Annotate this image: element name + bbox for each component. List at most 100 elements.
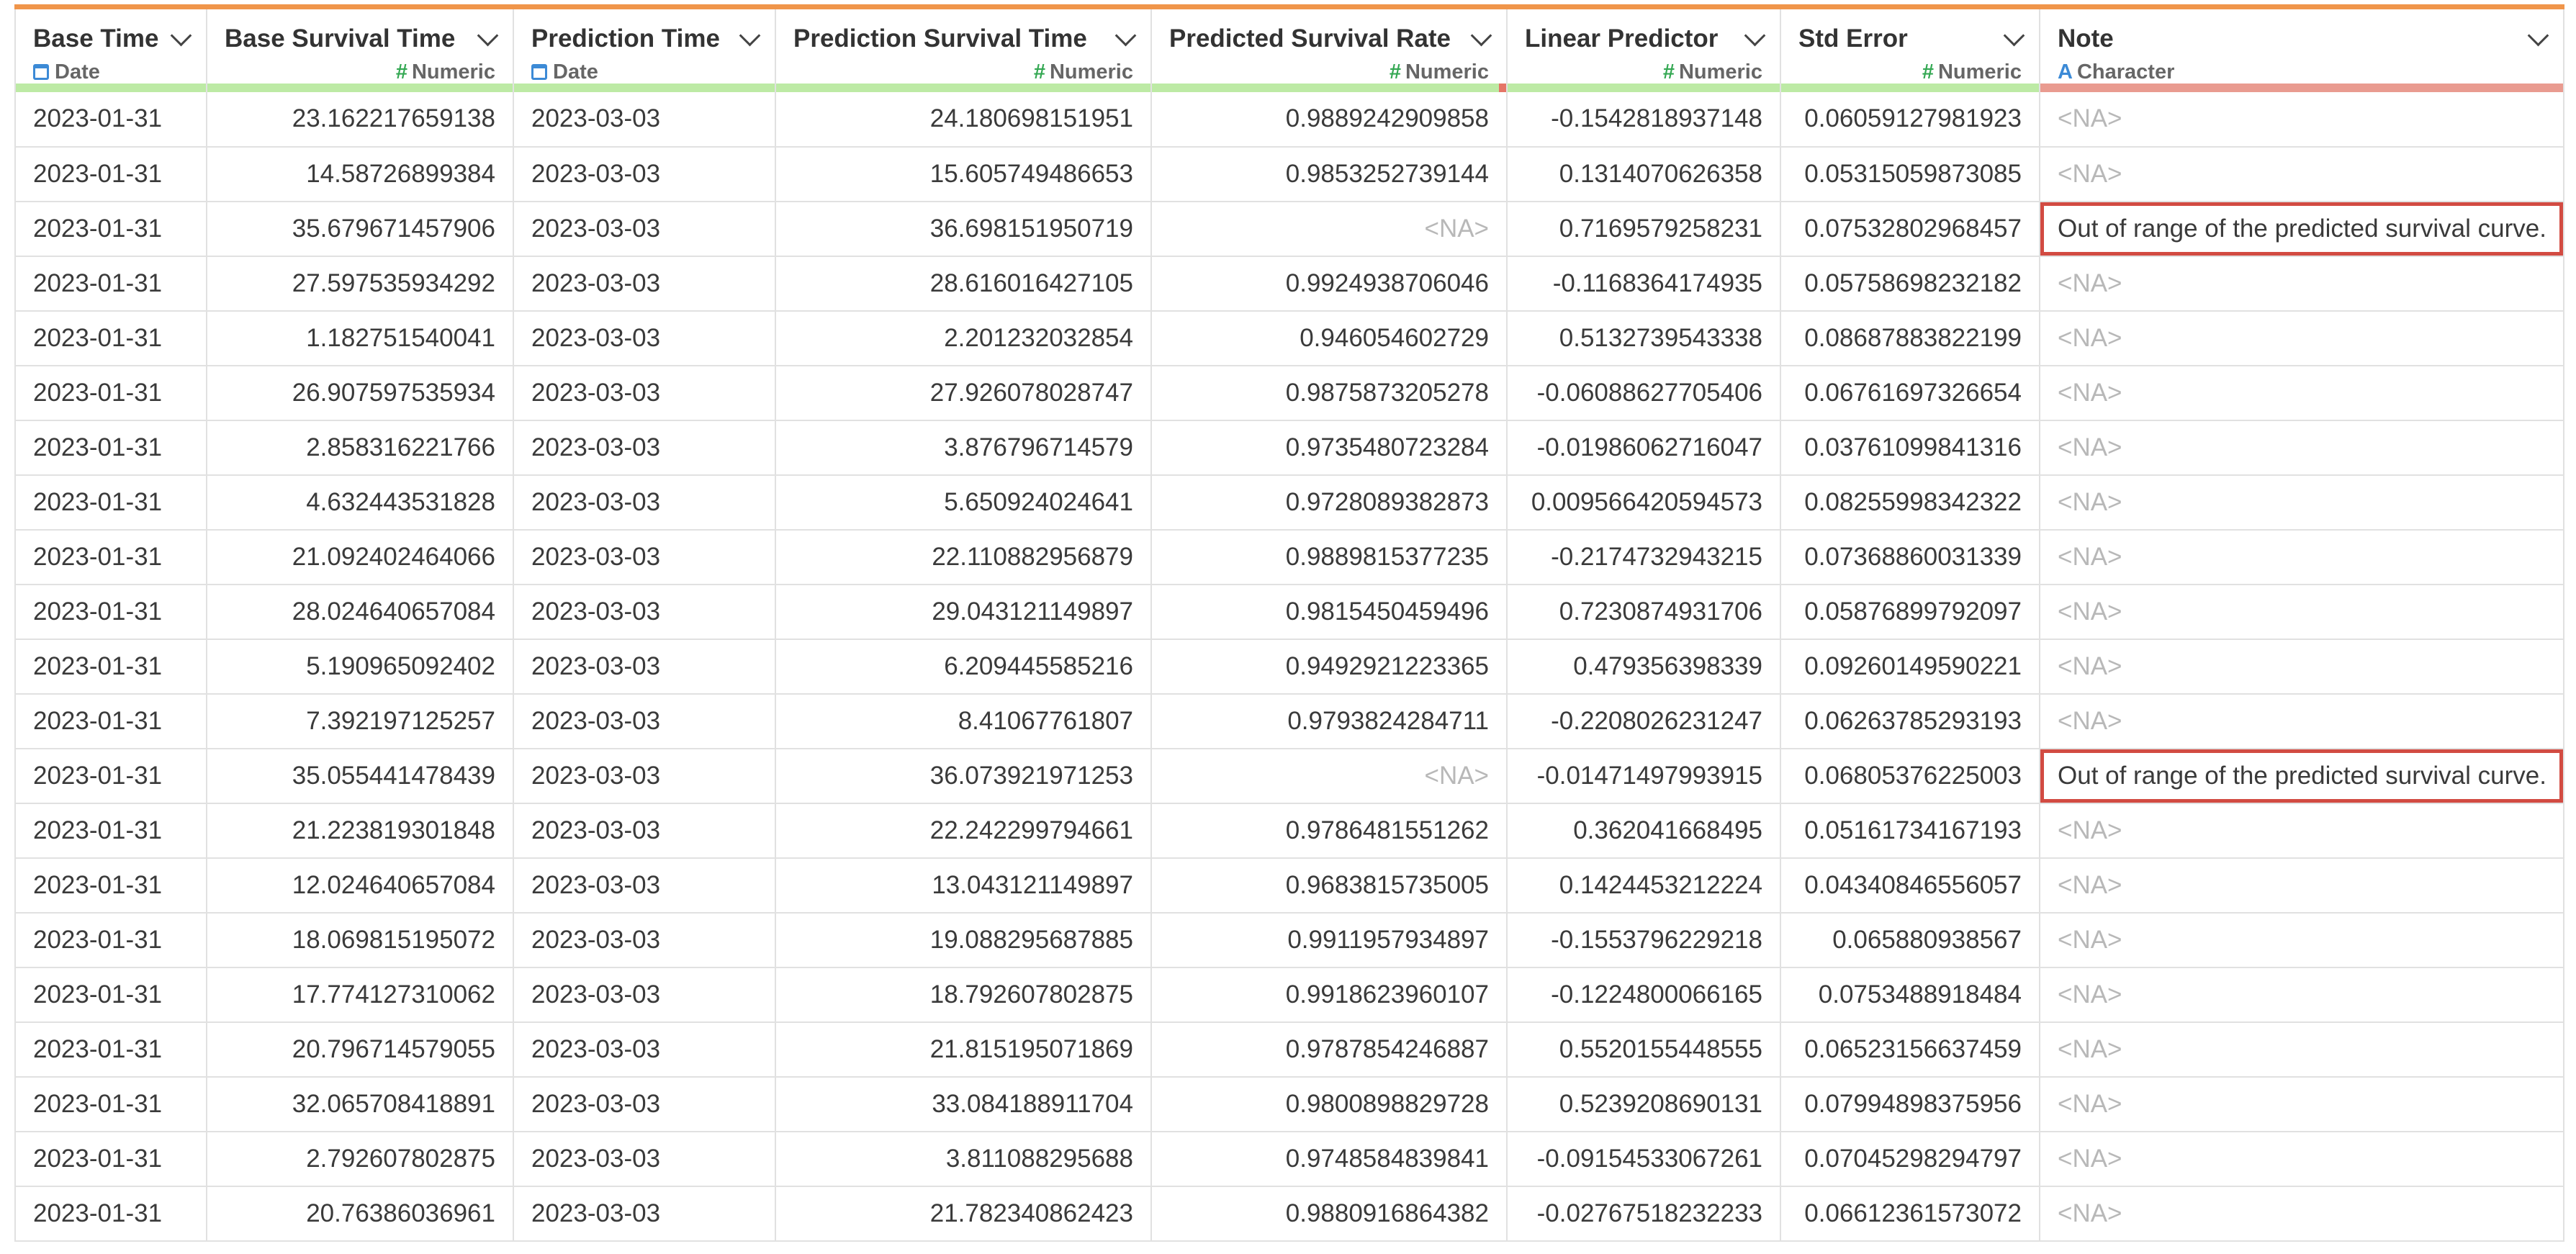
table-cell[interactable]: Out of range of the predicted survival c… (2040, 748, 2564, 804)
table-cell[interactable]: -0.02767518232233 (1507, 1186, 1781, 1242)
table-cell[interactable]: <NA> (1151, 201, 1508, 257)
table-cell[interactable]: 0.09260149590221 (1780, 639, 2040, 695)
table-cell[interactable]: 2023-01-31 (14, 146, 207, 202)
table-cell[interactable]: 0.9889815377235 (1151, 529, 1508, 585)
table-cell[interactable]: 0.1424453212224 (1507, 857, 1781, 914)
table-row[interactable]: 2023-01-31 1.182751540041 2023-03-03 2.2012… (14, 310, 2564, 366)
table-cell[interactable]: 0.9786481551262 (1151, 803, 1508, 859)
table-cell[interactable]: 7.392197125257 (207, 693, 514, 749)
table-cell[interactable]: <NA> (2040, 256, 2564, 312)
table-cell[interactable]: 29.043121149897 (775, 584, 1152, 640)
table-cell[interactable]: 2023-03-03 (513, 639, 776, 695)
table-cell[interactable]: 2023-03-03 (513, 201, 776, 257)
table-cell[interactable]: 2023-03-03 (513, 474, 776, 531)
table-cell[interactable]: 0.9728089382873 (1151, 474, 1508, 531)
table-cell[interactable]: -0.01471497993915 (1507, 748, 1781, 804)
table-cell[interactable]: 2023-01-31 (14, 857, 207, 914)
table-cell[interactable]: 2023-03-03 (513, 912, 776, 968)
table-cell[interactable]: 2.792607802875 (207, 1131, 514, 1187)
table-cell[interactable]: 21.782340862423 (775, 1186, 1152, 1242)
table-cell[interactable]: 0.9853252739144 (1151, 146, 1508, 202)
table-cell[interactable]: 0.9875873205278 (1151, 365, 1508, 421)
table-cell[interactable]: 2023-01-31 (14, 365, 207, 421)
table-cell[interactable]: 0.04340846556057 (1780, 857, 2040, 914)
table-row[interactable]: 2023-01-31 21.223819301848 2023-03-03 22.24… (14, 803, 2564, 859)
table-cell[interactable]: 0.5239208690131 (1507, 1076, 1781, 1132)
table-cell[interactable]: 2023-03-03 (513, 748, 776, 804)
column-header-note[interactable]: Note A Character (2040, 4, 2564, 92)
table-cell[interactable]: 0.9683815735005 (1151, 857, 1508, 914)
table-cell[interactable]: 36.073921971253 (775, 748, 1152, 804)
table-row[interactable]: 2023-01-31 17.774127310062 2023-03-03 18.79… (14, 967, 2564, 1023)
table-cell[interactable]: 2023-03-03 (513, 529, 776, 585)
table-cell[interactable]: 2023-03-03 (513, 584, 776, 640)
table-cell[interactable]: -0.01986062716047 (1507, 420, 1781, 476)
table-cell[interactable]: 0.946054602729 (1151, 310, 1508, 366)
chevron-down-icon[interactable] (739, 24, 761, 46)
table-cell[interactable]: 2023-01-31 (14, 201, 207, 257)
table-cell[interactable]: <NA> (2040, 420, 2564, 476)
table-row[interactable]: 2023-01-31 35.679671457906 2023-03-03 36.69… (14, 201, 2564, 257)
table-cell[interactable]: <NA> (2040, 1186, 2564, 1242)
table-row[interactable]: 2023-01-31 20.796714579055 2023-03-03 21.81… (14, 1021, 2564, 1078)
table-row[interactable]: 2023-01-31 12.024640657084 2023-03-03 13.04… (14, 857, 2564, 914)
table-cell[interactable]: 22.110882956879 (775, 529, 1152, 585)
table-row[interactable]: 2023-01-31 23.162217659138 2023-03-03 24.18… (14, 91, 2564, 148)
table-cell[interactable]: 2023-01-31 (14, 1021, 207, 1078)
table-cell[interactable]: 33.084188911704 (775, 1076, 1152, 1132)
column-header-prediction-survival-time[interactable]: Prediction Survival Time # Numeric (775, 4, 1152, 92)
table-cell[interactable]: -0.1168364174935 (1507, 256, 1781, 312)
table-cell[interactable]: 18.792607802875 (775, 967, 1152, 1023)
table-cell[interactable]: 2023-03-03 (513, 967, 776, 1023)
table-cell[interactable]: <NA> (2040, 1076, 2564, 1132)
table-cell[interactable]: 2023-01-31 (14, 474, 207, 531)
table-row[interactable]: 2023-01-31 20.76386036961 2023-03-03 21.782… (14, 1186, 2564, 1242)
table-cell[interactable]: 2023-03-03 (513, 420, 776, 476)
table-cell[interactable]: 2023-01-31 (14, 693, 207, 749)
table-cell[interactable]: 0.06612361573072 (1780, 1186, 2040, 1242)
table-cell[interactable]: <NA> (2040, 912, 2564, 968)
table-cell[interactable]: 2023-01-31 (14, 420, 207, 476)
table-cell[interactable]: 3.876796714579 (775, 420, 1152, 476)
table-cell[interactable]: 0.07368860031339 (1780, 529, 2040, 585)
table-row[interactable]: 2023-01-31 2.792607802875 2023-03-03 3.8110… (14, 1131, 2564, 1187)
table-cell[interactable]: 19.088295687885 (775, 912, 1152, 968)
table-cell[interactable]: 2023-03-03 (513, 803, 776, 859)
table-cell[interactable]: 2023-01-31 (14, 1076, 207, 1132)
table-row[interactable]: 2023-01-31 14.58726899384 2023-03-03 15.605… (14, 146, 2564, 202)
table-cell[interactable]: <NA> (2040, 365, 2564, 421)
table-cell[interactable]: 6.209445585216 (775, 639, 1152, 695)
table-cell[interactable]: 1.182751540041 (207, 310, 514, 366)
table-cell[interactable]: 0.9815450459496 (1151, 584, 1508, 640)
table-cell[interactable]: -0.1224800066165 (1507, 967, 1781, 1023)
table-cell[interactable]: 2023-03-03 (513, 1186, 776, 1242)
table-cell[interactable]: 0.479356398339 (1507, 639, 1781, 695)
table-cell[interactable]: <NA> (2040, 91, 2564, 148)
chevron-down-icon[interactable] (170, 24, 192, 46)
table-cell[interactable]: 22.242299794661 (775, 803, 1152, 859)
table-cell[interactable]: 5.190965092402 (207, 639, 514, 695)
table-cell[interactable]: 0.07045298294797 (1780, 1131, 2040, 1187)
table-cell[interactable]: 2023-03-03 (513, 857, 776, 914)
table-cell[interactable]: 0.05315059873085 (1780, 146, 2040, 202)
table-row[interactable]: 2023-01-31 21.092402464066 2023-03-03 22.11… (14, 529, 2564, 585)
table-cell[interactable]: -0.2174732943215 (1507, 529, 1781, 585)
chevron-down-icon[interactable] (1744, 24, 1766, 46)
table-row[interactable]: 2023-01-31 26.907597535934 2023-03-03 27.92… (14, 365, 2564, 421)
table-cell[interactable]: 36.698151950719 (775, 201, 1152, 257)
table-cell[interactable]: 0.9492921223365 (1151, 639, 1508, 695)
table-cell[interactable]: 2023-03-03 (513, 1131, 776, 1187)
table-cell[interactable]: 28.024640657084 (207, 584, 514, 640)
table-cell[interactable]: 12.024640657084 (207, 857, 514, 914)
table-cell[interactable]: 2023-01-31 (14, 748, 207, 804)
table-cell[interactable]: 0.5520155448555 (1507, 1021, 1781, 1078)
table-cell[interactable]: 17.774127310062 (207, 967, 514, 1023)
table-row[interactable]: 2023-01-31 35.055441478439 2023-03-03 36.07… (14, 748, 2564, 804)
table-cell[interactable]: 0.03761099841316 (1780, 420, 2040, 476)
table-cell[interactable]: 2023-01-31 (14, 967, 207, 1023)
table-cell[interactable]: 21.815195071869 (775, 1021, 1152, 1078)
table-cell[interactable]: <NA> (2040, 803, 2564, 859)
table-cell[interactable]: <NA> (2040, 529, 2564, 585)
table-cell[interactable]: 0.1314070626358 (1507, 146, 1781, 202)
table-cell[interactable]: 27.926078028747 (775, 365, 1152, 421)
